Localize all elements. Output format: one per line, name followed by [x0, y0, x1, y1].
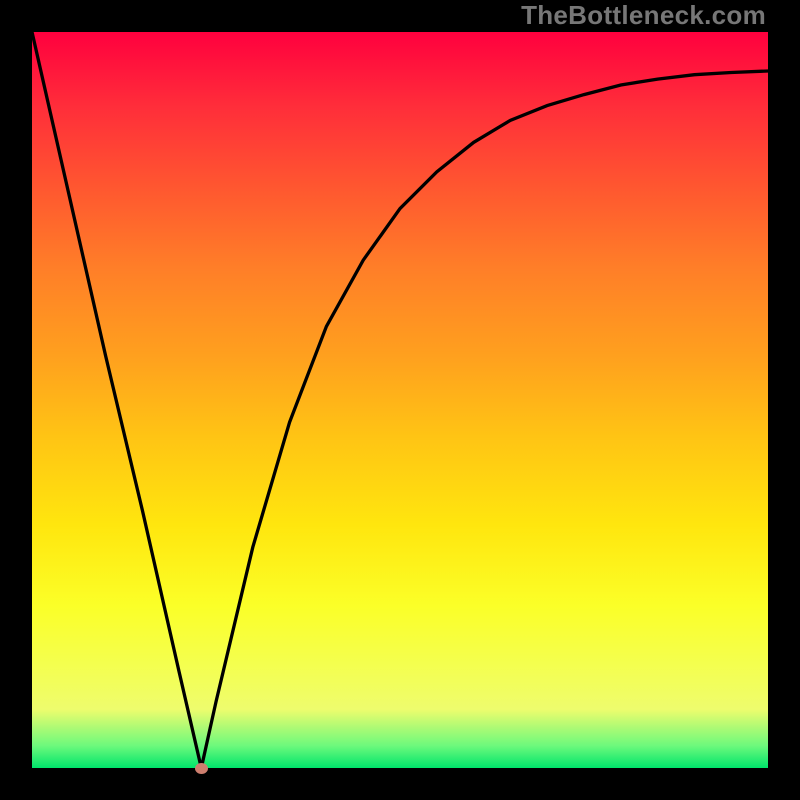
bottleneck-curve: [32, 32, 768, 768]
plot-area: [32, 32, 768, 768]
watermark-text: TheBottleneck.com: [521, 0, 766, 31]
curve-overlay: [32, 32, 768, 768]
minimum-marker: [195, 763, 208, 774]
chart-frame: TheBottleneck.com: [0, 0, 800, 800]
